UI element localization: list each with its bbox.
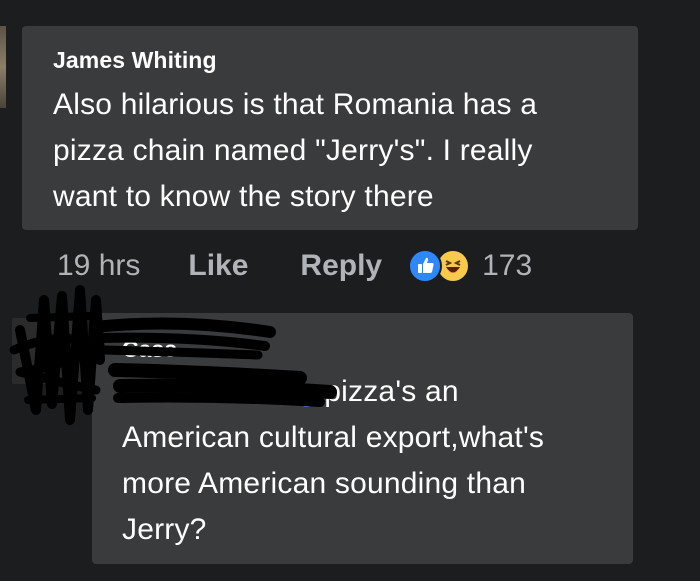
reply-line: Jerry? [122,513,207,546]
reply-author-name[interactable]: Cass [122,335,609,363]
like-button[interactable]: Like [188,249,248,283]
reply-line: more American sounding than [122,467,526,500]
reply-author-visible-text: Cass [122,336,177,362]
comment-line: Also hilarious is that Romania has a [53,88,538,121]
reactions-summary[interactable] [408,249,471,283]
laughing-face-icon [445,260,461,273]
comment-timestamp[interactable]: 19 hrs [57,249,140,283]
comment-actions: 19 hrs Like Reply 173 [57,244,532,288]
reply-text: ig pizza's an American cultural export,w… [122,369,609,553]
like-reaction-icon [408,249,443,283]
reaction-count[interactable]: 173 [482,249,532,283]
reply-line: American cultural export,what's [122,421,545,454]
thumbs-up-icon [418,257,434,273]
reply-bubble: Cass ig pizza's an American cultural exp… [92,313,633,564]
reply-line: pizza's an [315,375,459,408]
reply-button[interactable]: Reply [300,249,382,283]
comment-thread: James Whiting Also hilarious is that Rom… [0,0,700,581]
comment-line: pizza chain named "Jerry's". I really [53,134,533,167]
commenter-avatar[interactable] [0,26,6,108]
mention-visible-text: ig [292,375,316,408]
reply-avatar[interactable] [12,318,82,384]
comment-author-name[interactable]: James Whiting [53,46,614,74]
reply-line-first: ig pizza's an [122,369,609,415]
comment-text: Also hilarious is that Romania has a piz… [53,82,614,220]
comment-bubble: James Whiting Also hilarious is that Rom… [22,26,638,230]
mention-link[interactable]: ig [122,375,316,408]
comment-line: want to know the story there [53,180,434,213]
